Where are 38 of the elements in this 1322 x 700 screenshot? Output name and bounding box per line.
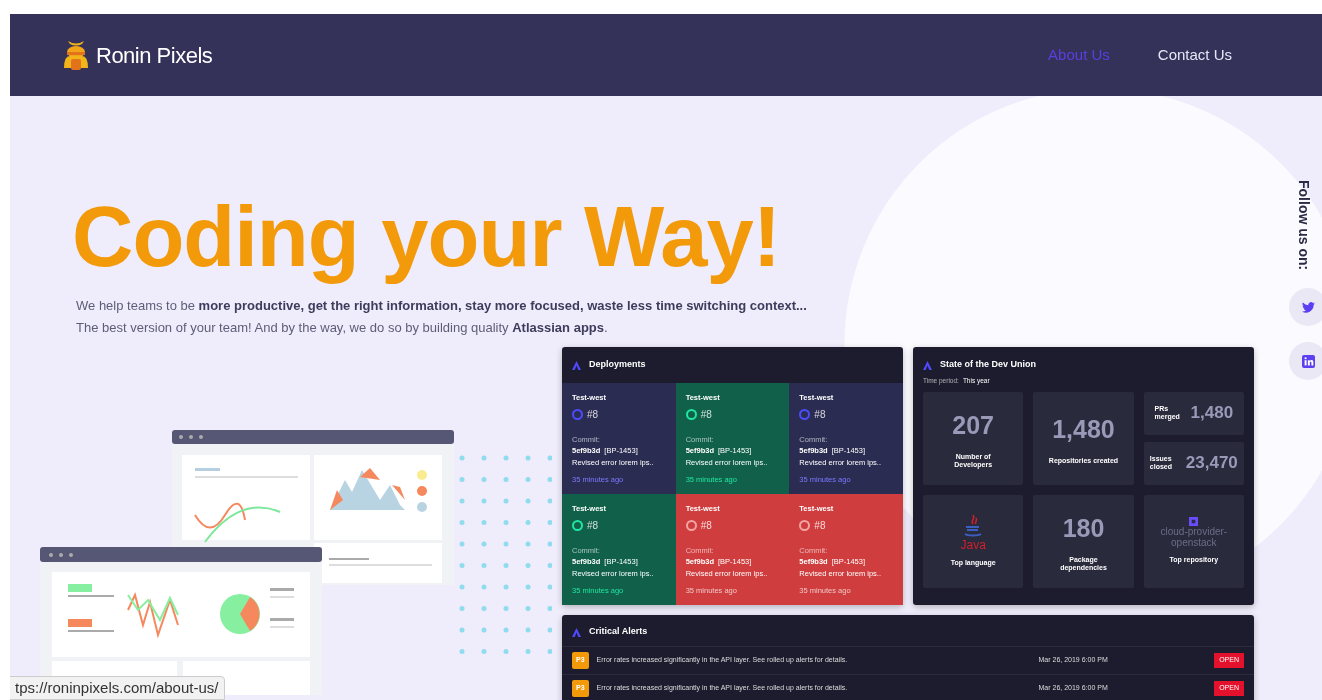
nav-link[interactable]: Contact Us: [1157, 43, 1232, 67]
panel-title: State of the Dev Union: [940, 358, 1036, 372]
status-ring-icon: [572, 520, 583, 531]
status-url: tps://roninpixels.com/about-us/: [10, 675, 226, 700]
twitter-bird-icon: [1301, 301, 1315, 313]
build-number: #8: [587, 408, 599, 422]
stat-value: 1,480: [1052, 414, 1115, 446]
stat-value: 207: [952, 410, 994, 442]
coffee-cup-icon: [963, 514, 984, 539]
status-ring-icon: [799, 520, 811, 531]
stat-value: 180: [1062, 513, 1105, 545]
status-ring-icon: [685, 520, 697, 531]
social-button[interactable]: [1289, 288, 1322, 327]
triangle-logo-icon: [572, 627, 581, 637]
panel-title: Critical Alerts: [589, 625, 648, 639]
status-ring-icon: [799, 409, 811, 420]
build-number: #8: [587, 519, 599, 533]
hero-heading: Coding your Way!: [72, 192, 781, 282]
stat-value: 1,480: [1190, 402, 1234, 425]
repository-name: cloud-provider-openstack: [1159, 526, 1229, 549]
panel-title: Deployments: [589, 358, 646, 372]
stat-value: 23,470: [1185, 452, 1238, 475]
cube-icon: [1189, 517, 1199, 527]
brand-name[interactable]: Ronin Pixels: [96, 38, 213, 72]
build-number: #8: [700, 519, 712, 533]
build-number: #8: [814, 408, 826, 422]
triangle-logo-icon: [923, 360, 932, 370]
language-name: Java: [960, 538, 986, 551]
status-ring-icon: [685, 409, 697, 420]
triangle-logo-icon: [572, 360, 581, 370]
hero-text: The best version of your team! And by the way, we do so by building quality Atlassian apps.: [76, 319, 608, 338]
status-ring-icon: [572, 409, 583, 420]
linkedin-icon: [1301, 354, 1315, 368]
follow-label: Follow us on:: [1294, 180, 1313, 271]
build-number: #8: [814, 519, 826, 533]
social-button[interactable]: [1289, 342, 1322, 381]
hero-text: We help teams to be more productive, get the right information, stay more focused, waste less time switching context...: [76, 297, 807, 316]
build-number: #8: [700, 408, 712, 422]
